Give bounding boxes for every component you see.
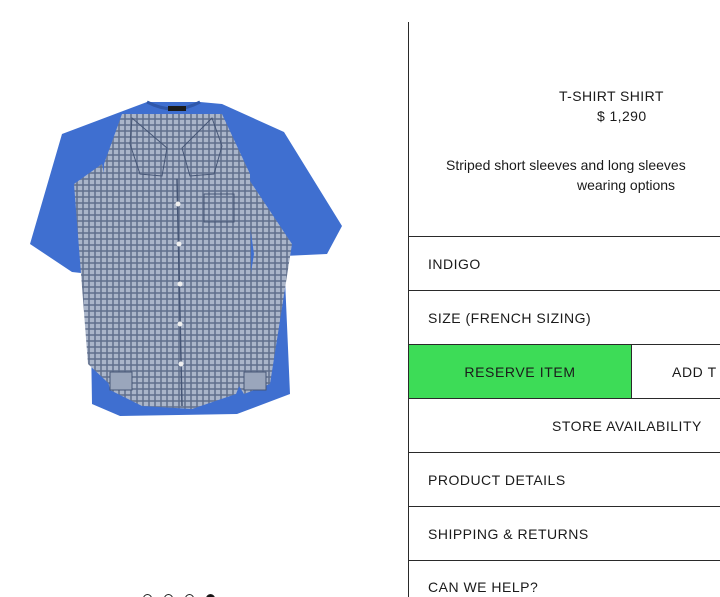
product-panel: T-SHIRT SHIRT $ 1,290 Striped short slee… bbox=[408, 22, 720, 597]
store-availability-label: STORE AVAILABILITY bbox=[552, 417, 702, 434]
product-details-accordion[interactable]: PRODUCT DETAILS bbox=[409, 452, 720, 506]
purchase-actions: RESERVE ITEM ADD T bbox=[409, 344, 720, 398]
help-label: CAN WE HELP? bbox=[428, 579, 539, 595]
color-selector[interactable]: INDIGO bbox=[409, 236, 720, 290]
product-details-label: PRODUCT DETAILS bbox=[428, 471, 566, 488]
product-info: T-SHIRT SHIRT $ 1,290 Striped short slee… bbox=[409, 22, 720, 236]
help-accordion[interactable]: CAN WE HELP? bbox=[409, 560, 720, 597]
product-title: T-SHIRT SHIRT bbox=[559, 88, 664, 104]
size-label: SIZE (FRENCH SIZING) bbox=[428, 309, 592, 326]
color-label: INDIGO bbox=[428, 255, 481, 272]
product-gallery[interactable] bbox=[0, 22, 408, 597]
product-image[interactable] bbox=[22, 94, 352, 434]
product-description-line2: wearing options bbox=[577, 177, 676, 193]
add-to-bag-button[interactable]: ADD T bbox=[631, 345, 720, 398]
product-page: T-SHIRT SHIRT $ 1,290 Striped short slee… bbox=[0, 0, 720, 597]
reserve-item-button[interactable]: RESERVE ITEM bbox=[409, 345, 631, 398]
size-selector[interactable]: SIZE (FRENCH SIZING) bbox=[409, 290, 720, 344]
store-availability-link[interactable]: STORE AVAILABILITY bbox=[409, 398, 720, 452]
product-price: $ 1,290 bbox=[597, 108, 647, 124]
shipping-returns-accordion[interactable]: SHIPPING & RETURNS bbox=[409, 506, 720, 560]
shipping-returns-label: SHIPPING & RETURNS bbox=[428, 525, 589, 542]
product-description: Striped short sleeves and long sleeves bbox=[446, 157, 686, 173]
